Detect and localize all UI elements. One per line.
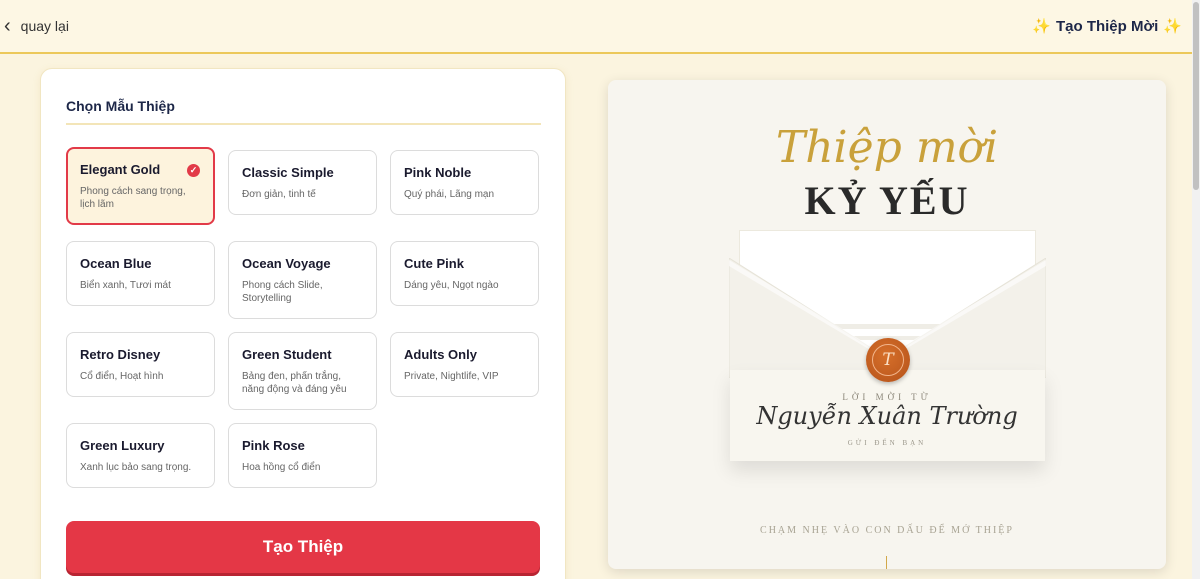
template-card-pink-noble[interactable]: Pink Noble Quý phái, Lãng mạn xyxy=(390,150,539,215)
template-desc: Phong cách Slide, Storytelling xyxy=(242,280,323,304)
template-name: Green Student xyxy=(242,347,332,362)
panel-divider xyxy=(66,123,541,125)
template-desc: Bảng đen, phấn trắng, năng động và đáng … xyxy=(242,371,347,395)
template-desc: Private, Nightlife, VIP xyxy=(404,371,499,382)
template-name: Ocean Voyage xyxy=(242,256,331,271)
template-name: Pink Rose xyxy=(242,438,305,453)
template-card-ocean-voyage[interactable]: Ocean Voyage Phong cách Slide, Storytell… xyxy=(228,241,377,319)
scrollbar-thumb[interactable] xyxy=(1193,2,1199,190)
template-desc: Biển xanh, Tươi mát xyxy=(80,280,171,291)
template-desc: Cổ điển, Hoạt hình xyxy=(80,371,164,382)
invitation-preview: Thiệp mời KỶ YẾU T LỜI MỜI TỪ Nguyễn Xuâ… xyxy=(608,80,1166,569)
template-card-green-luxury[interactable]: Green Luxury Xanh lục bảo sang trọng. xyxy=(66,423,215,488)
back-label: quay lại xyxy=(20,18,69,34)
check-circle-icon: ✓ xyxy=(187,164,200,177)
hint-indicator-line xyxy=(886,556,887,569)
template-card-retro-disney[interactable]: Retro Disney Cổ điển, Hoạt hình xyxy=(66,332,215,397)
panel-title: Chọn Mẫu Thiệp xyxy=(66,98,175,114)
template-desc: Quý phái, Lãng mạn xyxy=(404,189,495,200)
brand-title: ✨ Tạo Thiệp Mời ✨ xyxy=(1032,17,1182,36)
template-name: Ocean Blue xyxy=(80,256,152,271)
invite-send-label: GỬI ĐẾN BẠN xyxy=(847,439,927,447)
seal-letter: T xyxy=(872,344,904,376)
wax-seal-button[interactable]: T xyxy=(866,338,910,382)
template-card-green-student[interactable]: Green Student Bảng đen, phấn trắng, năng… xyxy=(228,332,377,410)
template-card-adults-only[interactable]: Adults Only Private, Nightlife, VIP xyxy=(390,332,539,397)
preview-script-title: Thiệp mời xyxy=(775,122,999,173)
sparkle-icon: ✨ xyxy=(1032,18,1051,35)
template-name: Green Luxury xyxy=(80,438,165,453)
template-desc: Đơn giản, tinh tế xyxy=(242,189,316,200)
brand-title-text: Tạo Thiệp Mời xyxy=(1055,17,1159,35)
invite-from-label: LỜI MỜI TỪ xyxy=(842,392,932,402)
template-card-classic-simple[interactable]: Classic Simple Đơn giản, tinh tế xyxy=(228,150,377,215)
template-desc: Xanh lục bảo sang trọng. xyxy=(80,462,192,473)
scrollbar[interactable] xyxy=(1192,0,1200,579)
template-desc: Dáng yêu, Ngọt ngào xyxy=(404,280,499,291)
template-card-ocean-blue[interactable]: Ocean Blue Biển xanh, Tươi mát xyxy=(66,241,215,306)
template-panel: Chọn Mẫu Thiệp Elegant Gold Phong cách s… xyxy=(40,68,566,579)
template-desc: Phong cách sang trọng, lịch lãm xyxy=(80,186,186,210)
sparkle-icon: ✨ xyxy=(1163,18,1182,35)
template-card-cute-pink[interactable]: Cute Pink Dáng yêu, Ngọt ngào xyxy=(390,241,539,306)
template-name: Adults Only xyxy=(404,347,477,362)
template-name: Elegant Gold xyxy=(80,162,161,177)
template-card-elegant-gold[interactable]: Elegant Gold Phong cách sang trọng, lịch… xyxy=(66,147,215,225)
create-card-button[interactable]: Tạo Thiệp xyxy=(66,521,540,573)
template-card-pink-rose[interactable]: Pink Rose Hoa hồng cổ điển xyxy=(228,423,377,488)
invite-sender-name: Nguyễn Xuân Trường xyxy=(756,402,1018,430)
chevron-left-icon: ‹ xyxy=(4,15,11,37)
open-hint: CHẠM NHẸ VÀO CON DẤU ĐỂ MỞ THIỆP xyxy=(760,525,1014,536)
back-button[interactable]: ‹ quay lại xyxy=(0,16,69,36)
top-bar: ‹ quay lại ✨ Tạo Thiệp Mời ✨ xyxy=(0,0,1192,54)
template-desc: Hoa hồng cổ điển xyxy=(242,462,321,473)
template-name: Classic Simple xyxy=(242,165,334,180)
preview-main-title: KỶ YẾU xyxy=(804,178,970,223)
template-name: Retro Disney xyxy=(80,347,161,362)
template-name: Pink Noble xyxy=(404,165,472,180)
template-name: Cute Pink xyxy=(404,256,464,271)
